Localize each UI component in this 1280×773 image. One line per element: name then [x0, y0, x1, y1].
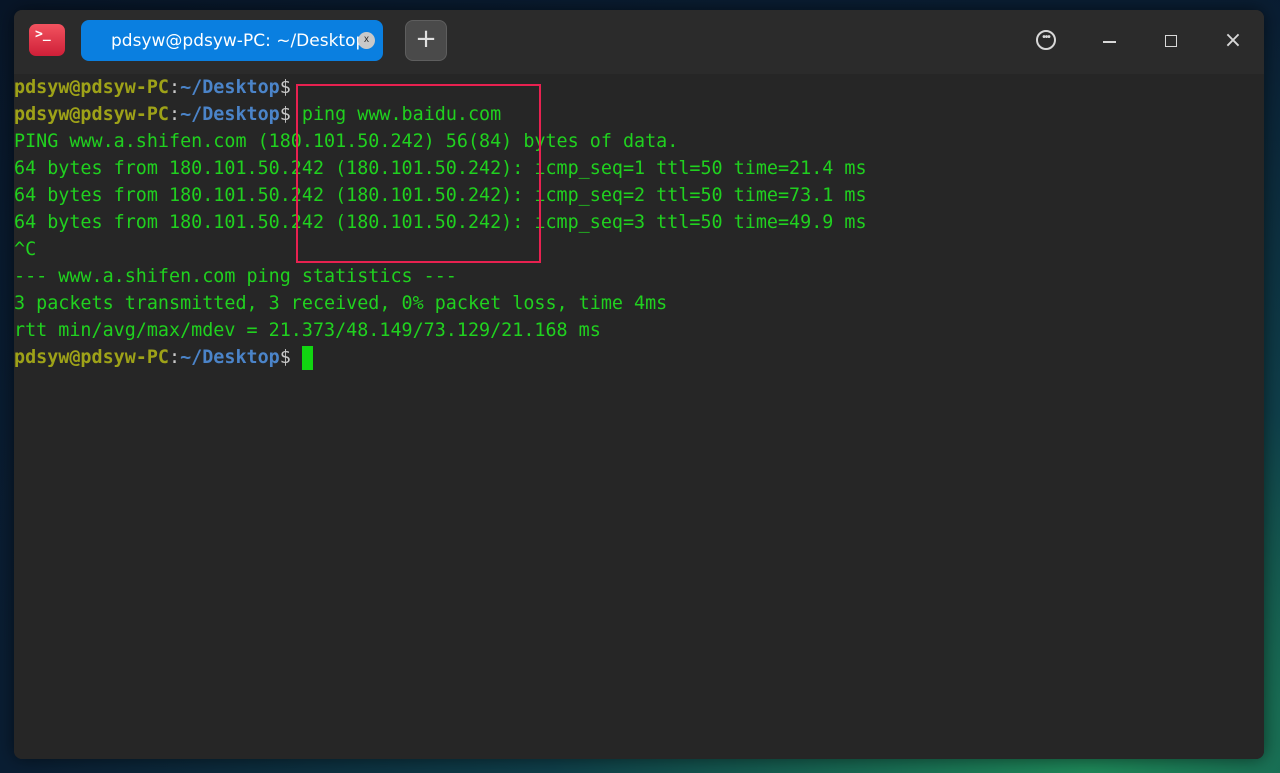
terminal-app-icon[interactable]: >_	[29, 24, 65, 56]
prompt-user: pdsyw@pdsyw-PC	[14, 347, 170, 368]
close-button[interactable]: ×	[1218, 26, 1248, 56]
prompt-dollar: $	[279, 347, 291, 368]
prompt-colon: :	[169, 104, 181, 125]
close-icon: ×	[1223, 28, 1243, 53]
terminal-window: >_ pdsyw@pdsyw-PC: ~/Desktop x + ••• × p…	[14, 10, 1264, 759]
more-options-icon: •••	[1036, 30, 1056, 50]
title-bar: >_ pdsyw@pdsyw-PC: ~/Desktop x + ••• ×	[14, 10, 1264, 74]
active-prompt-line[interactable]: pdsyw@pdsyw-PC:~/Desktop$	[14, 344, 313, 371]
tab-label: pdsyw@pdsyw-PC: ~/Desktop	[111, 31, 367, 51]
tab-desktop[interactable]: pdsyw@pdsyw-PC: ~/Desktop x	[81, 20, 383, 61]
prompt-colon: :	[169, 77, 181, 98]
prompt-colon: :	[169, 347, 181, 368]
maximize-icon	[1165, 35, 1177, 47]
output-line: ^C	[14, 239, 37, 260]
prompt-user: pdsyw@pdsyw-PC	[14, 104, 170, 125]
text-cursor	[301, 346, 313, 370]
output-line: 3 packets transmitted, 3 received, 0% pa…	[14, 293, 668, 314]
prompt-line: pdsyw@pdsyw-PC:~/Desktop$	[14, 74, 291, 101]
terminal-output-area[interactable]: pdsyw@pdsyw-PC:~/Desktop$ pdsyw@pdsyw-PC…	[14, 74, 1264, 759]
prompt-path: ~/Desktop	[180, 104, 280, 125]
minimize-icon	[1103, 41, 1116, 43]
tab-close-icon[interactable]: x	[358, 32, 375, 49]
prompt-user: pdsyw@pdsyw-PC	[14, 77, 170, 98]
minimize-button[interactable]	[1094, 26, 1124, 56]
output-line: --- www.a.shifen.com ping statistics ---	[14, 266, 457, 287]
output-line: rtt min/avg/max/mdev = 21.373/48.149/73.…	[14, 320, 601, 341]
prompt-dollar: $	[279, 104, 291, 125]
plus-icon: +	[415, 24, 437, 54]
maximize-button[interactable]	[1156, 26, 1186, 56]
prompt-path: ~/Desktop	[180, 347, 280, 368]
prompt-path: ~/Desktop	[180, 77, 280, 98]
more-options-button[interactable]: •••	[1031, 26, 1061, 56]
prompt-dollar: $	[279, 77, 291, 98]
new-tab-button[interactable]: +	[405, 20, 447, 61]
highlight-annotation-box	[296, 84, 541, 263]
